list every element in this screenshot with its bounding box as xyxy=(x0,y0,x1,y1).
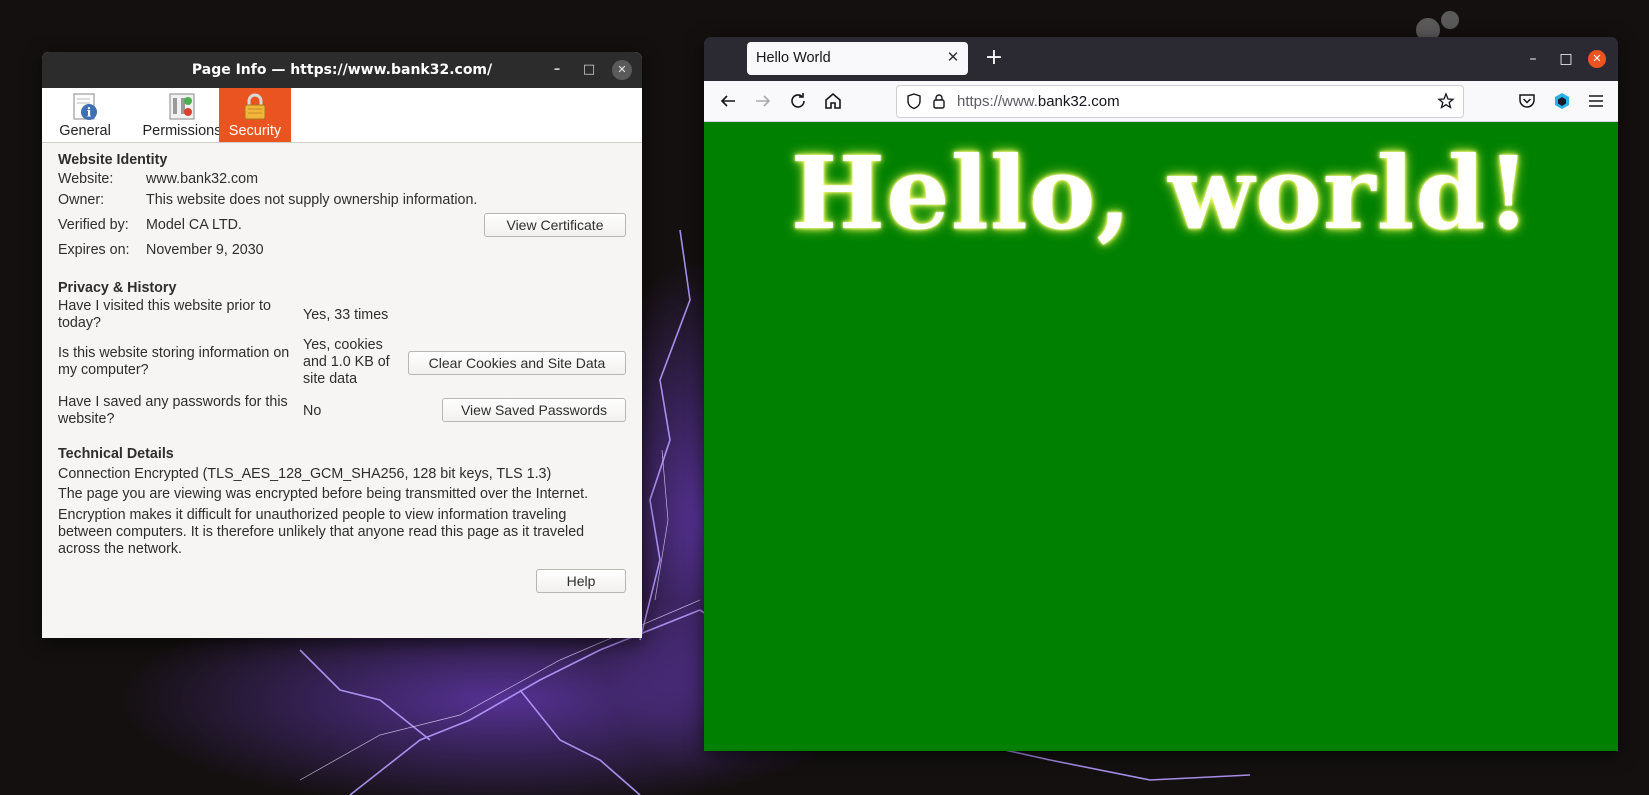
view-certificate-button[interactable]: View Certificate xyxy=(484,213,626,237)
minimize-button[interactable]: – xyxy=(547,60,567,80)
tab-security[interactable]: Security xyxy=(219,88,291,142)
browser-tab[interactable]: Hello World ✕ xyxy=(747,42,968,75)
verified-by-label: Verified by: xyxy=(58,217,129,233)
browser-close-button[interactable]: ✕ xyxy=(1588,50,1606,68)
storing-question: Is this website storing information on m… xyxy=(58,345,290,378)
technical-encrypted: The page you are viewing was encrypted b… xyxy=(58,486,589,502)
menu-hamburger-icon[interactable] xyxy=(1584,89,1608,113)
padlock-icon xyxy=(244,93,266,120)
website-value: www.bank32.com xyxy=(146,171,259,187)
pocket-icon[interactable] xyxy=(1515,89,1539,113)
expires-label: Expires on: xyxy=(58,242,130,258)
permissions-icon xyxy=(169,93,195,120)
page-info-dialog: Page Info — https://www.bank32.com/ – □ … xyxy=(42,52,642,638)
back-arrow-icon[interactable] xyxy=(716,89,740,113)
reload-icon[interactable] xyxy=(786,89,810,113)
website-label: Website: xyxy=(58,171,114,187)
browser-window: Hello World ✕ + – □ ✕ https://www.bank32… xyxy=(704,37,1618,751)
url-prefix: https://www. xyxy=(957,93,1038,110)
page-heading: Hello, world! xyxy=(790,134,1532,252)
technical-heading: Technical Details xyxy=(58,446,174,462)
tab-strip[interactable]: Hello World ✕ + – □ ✕ xyxy=(704,37,1618,81)
owner-value: This website does not supply ownership i… xyxy=(146,192,478,208)
close-button[interactable]: ✕ xyxy=(612,60,632,80)
dialog-titlebar[interactable]: Page Info — https://www.bank32.com/ – □ … xyxy=(42,52,642,88)
svg-text:i: i xyxy=(87,106,92,120)
new-tab-button[interactable]: + xyxy=(982,46,1006,70)
visited-question: Have I visited this website prior to tod… xyxy=(58,298,271,331)
bookmark-star-icon[interactable] xyxy=(1437,92,1455,110)
tracking-shield-icon[interactable] xyxy=(905,92,923,110)
url-bar[interactable]: https://www.bank32.com xyxy=(896,85,1464,118)
navigation-toolbar: https://www.bank32.com xyxy=(704,81,1618,122)
page-info-toolbar: i General Permissions Security xyxy=(42,88,642,143)
extension-icon[interactable] xyxy=(1550,89,1574,113)
help-button[interactable]: Help xyxy=(536,569,626,593)
browser-maximize-button[interactable]: □ xyxy=(1555,48,1577,70)
visited-answer: Yes, 33 times xyxy=(303,307,389,323)
info-page-icon: i xyxy=(73,93,97,120)
storing-answer: Yes, cookies and 1.0 KB of site data xyxy=(303,337,390,387)
tab-security-label: Security xyxy=(228,123,282,139)
lock-icon[interactable] xyxy=(930,92,948,110)
privacy-heading: Privacy & History xyxy=(58,280,177,296)
owner-label: Owner: xyxy=(58,192,105,208)
tab-general[interactable]: i General xyxy=(56,88,114,142)
url-domain: bank32.com xyxy=(1037,93,1120,110)
view-saved-passwords-button[interactable]: View Saved Passwords xyxy=(442,398,626,422)
passwords-question: Have I saved any passwords for this webs… xyxy=(58,394,288,427)
maximize-button[interactable]: □ xyxy=(579,60,599,80)
technical-connection: Connection Encrypted (TLS_AES_128_GCM_SH… xyxy=(58,466,552,482)
verified-by-value: Model CA LTD. xyxy=(146,217,242,233)
tab-close-icon[interactable]: ✕ xyxy=(944,49,962,67)
home-icon[interactable] xyxy=(821,89,845,113)
clear-cookies-button[interactable]: Clear Cookies and Site Data xyxy=(408,351,626,375)
technical-explanation: Encryption makes it difficult for unauth… xyxy=(58,507,585,557)
browser-minimize-button[interactable]: – xyxy=(1522,48,1544,70)
expires-value: November 9, 2030 xyxy=(146,242,264,258)
passwords-answer: No xyxy=(303,403,322,419)
web-page-content: Hello, world! xyxy=(704,122,1618,751)
tab-general-label: General xyxy=(59,123,111,139)
url-text[interactable]: https://www.bank32.com xyxy=(957,93,1120,110)
website-identity-heading: Website Identity xyxy=(58,152,168,168)
forward-arrow-icon[interactable] xyxy=(751,89,775,113)
tab-title: Hello World xyxy=(756,50,831,66)
